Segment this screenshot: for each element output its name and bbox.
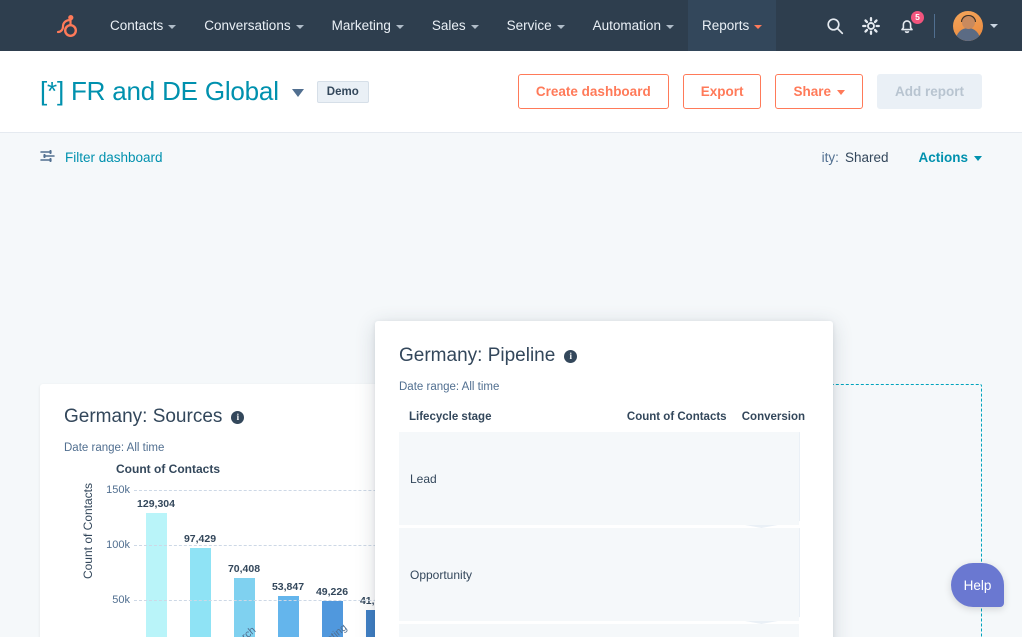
funnel-row[interactable]: Lead504,292 bbox=[399, 432, 809, 525]
column-header-count: Count of Contacts bbox=[626, 411, 727, 423]
share-button[interactable]: Share bbox=[775, 74, 863, 109]
chevron-down-icon[interactable] bbox=[291, 89, 304, 97]
user-menu[interactable] bbox=[953, 10, 998, 41]
bar-value-label: 49,226 bbox=[315, 585, 349, 598]
chevron-down-icon bbox=[990, 23, 998, 28]
nav-menu: Contacts Conversations Marketing Sales S… bbox=[96, 0, 777, 51]
dashboard-toolbar: Filter dashboard ity: Shared Actions bbox=[0, 132, 1022, 181]
help-label: Help bbox=[963, 577, 992, 593]
chevron-down-icon bbox=[556, 24, 565, 29]
bar-slot[interactable]: 49,226 bbox=[310, 490, 354, 637]
funnel-stage-row: Customer bbox=[399, 624, 799, 637]
date-range-label: Date range: All time bbox=[399, 381, 500, 393]
bar-slot[interactable]: 129,304 bbox=[134, 490, 178, 637]
bar[interactable] bbox=[277, 595, 299, 637]
header-actions: Create dashboard Export Share Add report bbox=[517, 74, 982, 109]
visibility-value: Shared bbox=[844, 149, 889, 165]
bar-value-label: 129,304 bbox=[137, 497, 175, 510]
nav-label: Sales bbox=[431, 18, 466, 33]
y-axis-tick: 150k bbox=[106, 484, 130, 496]
chevron-down-icon bbox=[754, 24, 763, 29]
chevron-down-icon bbox=[470, 24, 479, 29]
bell-icon[interactable]: 5 bbox=[898, 9, 925, 35]
nav-label: Marketing bbox=[331, 18, 391, 33]
chevron-down-icon bbox=[295, 24, 304, 29]
page-title[interactable]: [*] FR and DE Global bbox=[40, 76, 279, 107]
hubspot-sprocket-logo[interactable] bbox=[34, 13, 96, 39]
nav-item-service[interactable]: Service bbox=[493, 0, 579, 51]
card-title: Germany: Sources bbox=[64, 406, 223, 427]
info-icon[interactable]: i bbox=[564, 349, 578, 363]
bar-value-label: 97,429 bbox=[183, 532, 217, 545]
add-report-button[interactable]: Add report bbox=[877, 74, 982, 109]
nav-label: Automation bbox=[592, 18, 661, 33]
column-header-conversion: Conversion bbox=[741, 411, 805, 423]
nav-item-marketing[interactable]: Marketing bbox=[318, 0, 418, 51]
nav-label: Service bbox=[506, 18, 552, 33]
funnel-chart: Lead504,292Opportunity19,353 Customer11,9… bbox=[399, 432, 809, 637]
bar[interactable] bbox=[145, 512, 167, 637]
nav-right-actions: 5 bbox=[826, 0, 1022, 51]
funnel-stage-row: Opportunity bbox=[399, 528, 799, 621]
notification-badge: 5 bbox=[910, 9, 925, 25]
bar-value-label: 53,847 bbox=[271, 580, 305, 593]
funnel-stage-row: Lead bbox=[399, 432, 799, 525]
button-label: Add report bbox=[895, 84, 964, 99]
funnel-row[interactable]: Customer11,969 bbox=[399, 624, 809, 637]
column-header-stage: Lifecycle stage bbox=[409, 411, 492, 423]
filter-dashboard-button[interactable]: Filter dashboard bbox=[40, 149, 163, 166]
y-axis-tick: 100k bbox=[106, 539, 130, 551]
actions-menu-button[interactable]: Actions bbox=[918, 150, 982, 165]
popup-title-group: Germany: Pipeline i bbox=[399, 345, 809, 367]
nav-item-automation[interactable]: Automation bbox=[579, 0, 688, 51]
chevron-down-icon bbox=[665, 24, 674, 29]
chevron-down-icon bbox=[837, 90, 845, 95]
button-label: Export bbox=[700, 84, 744, 99]
report-popup-germany-pipeline[interactable]: Germany: Pipeline i Date range: All time… bbox=[375, 321, 833, 637]
bar-slot[interactable]: 70,408 bbox=[222, 490, 266, 637]
button-label: Create dashboard bbox=[535, 84, 651, 99]
bar-slot[interactable]: 53,847 bbox=[266, 490, 310, 637]
filter-dashboard-label: Filter dashboard bbox=[65, 149, 163, 165]
search-icon[interactable] bbox=[826, 17, 844, 35]
nav-divider bbox=[934, 13, 935, 38]
nav-label: Reports bbox=[701, 18, 750, 33]
gear-icon[interactable] bbox=[862, 16, 880, 35]
avatar bbox=[953, 10, 983, 41]
status-badge: Demo bbox=[316, 80, 369, 103]
actions-label: Actions bbox=[918, 149, 968, 165]
funnel-column-headers: Lifecycle stage Count of Contacts Conver… bbox=[399, 411, 809, 423]
help-button[interactable]: Help bbox=[951, 563, 1004, 607]
toolbar-right: ity: Shared Actions bbox=[822, 150, 982, 165]
top-navbar: Contacts Conversations Marketing Sales S… bbox=[0, 0, 1022, 51]
nav-item-reports[interactable]: Reports bbox=[687, 0, 777, 51]
dashboard-board: Germany: Sources i Date range: All time … bbox=[0, 181, 1022, 637]
bar-slot[interactable]: 97,429 bbox=[178, 490, 222, 637]
nav-item-conversations[interactable]: Conversations bbox=[190, 0, 317, 51]
dashboard-title-group: [*] FR and DE Global Demo bbox=[40, 76, 369, 107]
nav-label: Conversations bbox=[204, 18, 291, 33]
visibility-status: ity: Shared bbox=[822, 150, 889, 165]
info-icon[interactable]: i bbox=[231, 410, 245, 424]
funnel-row[interactable]: Opportunity19,353 bbox=[399, 528, 809, 621]
funnel-stage-label: Opportunity bbox=[410, 567, 473, 582]
popup-title: Germany: Pipeline bbox=[399, 345, 556, 366]
bar[interactable] bbox=[189, 547, 211, 637]
chevron-down-icon bbox=[974, 155, 982, 161]
y-axis-ticks: 050k100k150k bbox=[88, 484, 130, 637]
chevron-down-icon bbox=[168, 24, 177, 29]
funnel-stage-label: Lead bbox=[410, 471, 437, 486]
y-axis-tick: 50k bbox=[112, 594, 130, 606]
bar-value-label: 70,408 bbox=[227, 562, 261, 575]
nav-item-contacts[interactable]: Contacts bbox=[96, 0, 190, 51]
nav-item-sales[interactable]: Sales bbox=[418, 0, 493, 51]
create-dashboard-button[interactable]: Create dashboard bbox=[517, 74, 669, 109]
nav-label: Contacts bbox=[110, 18, 164, 33]
page-header: [*] FR and DE Global Demo Create dashboa… bbox=[0, 51, 1022, 132]
chevron-down-icon bbox=[395, 24, 404, 29]
visibility-label: ity: bbox=[821, 149, 839, 165]
export-button[interactable]: Export bbox=[682, 74, 762, 109]
button-label: Share bbox=[793, 84, 831, 99]
filter-sliders-icon bbox=[40, 149, 55, 166]
